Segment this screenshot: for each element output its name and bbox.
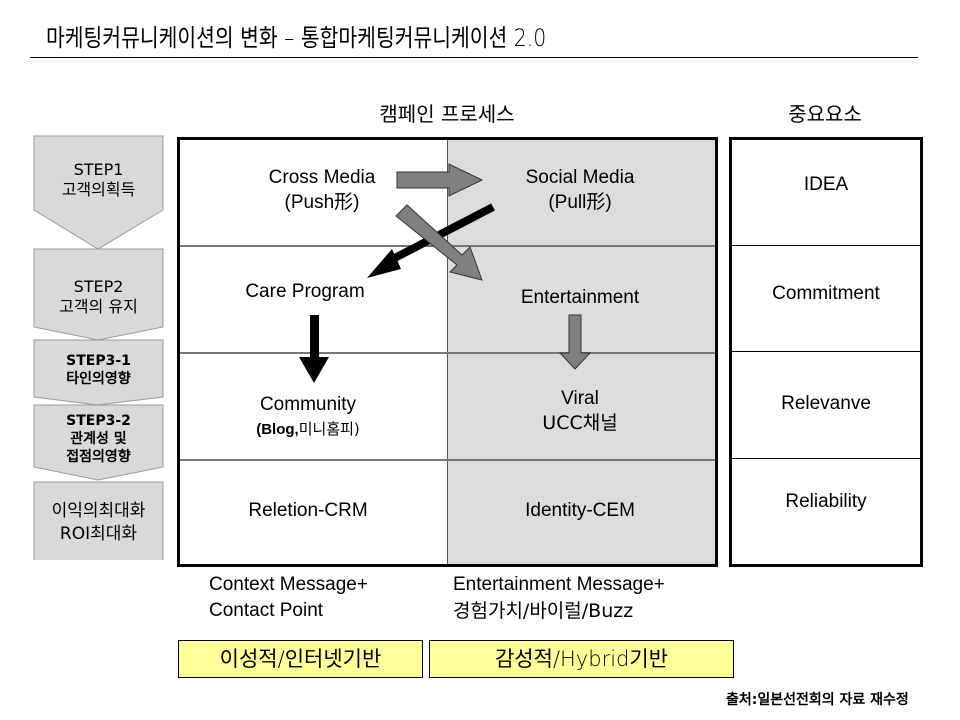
key-divider <box>732 245 920 246</box>
grid-row-divider <box>180 245 715 247</box>
key-elements-header: 중요요소 <box>788 102 862 126</box>
step-chevrons: STEP1 고객의획득 STEP2 고객의 유지 STEP3-1 타인의영향 S… <box>0 0 170 560</box>
grid-row-divider <box>180 459 715 461</box>
step-3-1: STEP3-1 타인의영향 <box>34 352 163 388</box>
cell-title: Community <box>259 394 357 415</box>
step-5: 이익의최대화 ROI최대화 <box>34 500 163 546</box>
campaign-process-grid: Cross Media (Push形) Social Media (Pull形)… <box>177 137 718 567</box>
cell-title: Reletion-CRM <box>248 500 368 521</box>
cell-social-media: Social Media (Pull形) <box>480 165 680 215</box>
process-header: 캠페인 프로세스 <box>379 102 515 126</box>
cell-subtitle: (Pull形) <box>548 192 612 213</box>
step-3-2: STEP3-2 관계성 및 접점의영향 <box>34 412 163 466</box>
cell-title: Entertainment <box>520 287 640 308</box>
step-3-1-title: STEP3-1 <box>66 353 131 369</box>
tag-emotional-hybrid: 감성적/Hybrid기반 <box>429 640 734 678</box>
step-5-title: 이익의최대화 <box>51 501 146 521</box>
cell-viral: Viral UCC채널 <box>470 386 690 436</box>
cell-subtitle: (Push形) <box>284 192 360 213</box>
subtitle-part: ) <box>353 420 360 438</box>
step-2-desc: 고객의 유지 <box>59 297 138 316</box>
step-3-1-desc: 타인의영향 <box>66 371 131 387</box>
message-left-line2: Contact Point <box>209 600 324 621</box>
cell-title: Care Program <box>245 281 365 302</box>
cell-community: Community (Blog,미니홈피) <box>208 392 408 442</box>
cell-title: Social Media <box>525 167 635 188</box>
cell-title: Viral <box>561 388 599 409</box>
step-2-title: STEP2 <box>73 277 124 296</box>
step-1-desc: 고객의획득 <box>61 180 136 199</box>
key-elements-box: IDEA Commitment Relevanve Reliability <box>729 137 923 567</box>
cell-care-program: Care Program <box>205 279 405 304</box>
message-right-line2: 경험가치/바이럴/Buzz <box>453 600 634 622</box>
key-element-idea: IDEA <box>803 174 849 195</box>
key-divider <box>732 351 920 352</box>
source-note: 출처:일본선전회의 자료 재수정 <box>726 692 909 708</box>
step-3-2-desc: 관계성 및 <box>70 431 127 447</box>
subtitle-part: (Blog, <box>256 421 299 438</box>
key-divider <box>732 458 920 459</box>
step-2: STEP2 고객의 유지 <box>34 277 163 317</box>
step-1-title: STEP1 <box>73 160 124 179</box>
message-left: Context Message+ Contact Point <box>209 572 368 624</box>
key-element-reliability: Reliability <box>785 491 867 512</box>
cell-title: Cross Media <box>268 167 376 188</box>
step-3-2-title: STEP3-2 <box>66 413 131 429</box>
cell-cross-media: Cross Media (Push形) <box>222 165 422 215</box>
cell-title: Identity-CEM <box>525 500 635 521</box>
message-right: Entertainment Message+ 경험가치/바이럴/Buzz <box>453 572 665 624</box>
message-right-line1: Entertainment Message+ <box>453 574 665 595</box>
cell-subtitle: UCC채널 <box>542 412 618 434</box>
cell-subtitle: (Blog,미니홈피) <box>208 417 408 442</box>
tag-rational-internet: 이성적/인터넷기반 <box>178 640 423 678</box>
grid-row-divider <box>180 352 715 354</box>
message-left-line1: Context Message+ <box>209 574 368 595</box>
step-3-2-desc2: 접점의영향 <box>66 449 131 465</box>
cell-entertainment: Entertainment <box>470 285 690 310</box>
step-5-desc: ROI최대화 <box>59 524 138 544</box>
cell-reletion-crm: Reletion-CRM <box>208 498 408 523</box>
step-1: STEP1 고객의획득 <box>34 160 163 200</box>
key-element-relevanve: Relevanve <box>781 393 871 414</box>
cell-identity-cem: Identity-CEM <box>470 498 690 523</box>
key-element-commitment: Commitment <box>772 283 880 304</box>
subtitle-part: 미니홈피 <box>298 420 354 438</box>
